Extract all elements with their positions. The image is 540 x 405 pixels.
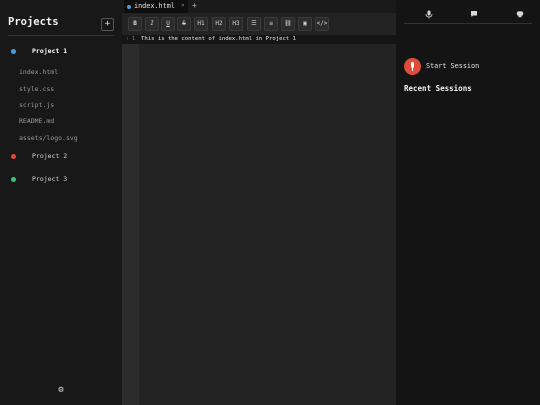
tab-index-html[interactable]: index.html × — [124, 0, 188, 13]
project-color-dot — [11, 154, 16, 159]
heading-2-button[interactable]: H2 — [212, 17, 226, 31]
gear-icon[interactable]: ⚙ — [56, 385, 66, 395]
add-project-button[interactable]: + — [101, 18, 114, 31]
heading-3-button[interactable]: H3 — [229, 17, 243, 31]
project-name: Project 3 — [32, 175, 68, 183]
tab-modified-dot — [127, 5, 131, 9]
file-item-logo-svg[interactable]: assets/logo.svg — [19, 134, 78, 142]
project-color-dot — [11, 177, 16, 182]
numbered-list-button[interactable]: ≡ — [264, 17, 278, 31]
start-session-button[interactable] — [404, 58, 421, 75]
project-item-2[interactable]: Project 2 — [8, 151, 114, 163]
sidebar-divider — [8, 35, 114, 36]
editor-pane: index.html × + B I U S H1 H2 H3 ☰ ≡ ⛓ ▣ … — [122, 0, 396, 405]
bullet-list-button[interactable]: ☰ — [247, 17, 261, 31]
mic-icon — [404, 58, 421, 75]
file-item-readme-md[interactable]: README.md — [19, 117, 54, 125]
project-item-3[interactable]: Project 3 — [8, 174, 114, 186]
file-item-index-html[interactable]: index.html — [19, 68, 58, 76]
image-button[interactable]: ▣ — [298, 17, 312, 31]
sidebar-title: Projects — [8, 16, 59, 28]
bold-button[interactable]: B — [128, 17, 142, 31]
new-tab-button[interactable]: + — [192, 1, 197, 10]
session-panel: Start Session Recent Sessions — [396, 0, 540, 405]
file-item-style-css[interactable]: style.css — [19, 85, 54, 93]
italic-button[interactable]: I — [145, 17, 159, 31]
close-icon[interactable]: × — [181, 2, 185, 9]
file-item-script-js[interactable]: script.js — [19, 101, 54, 109]
heading-1-button[interactable]: H1 — [194, 17, 208, 31]
line-number: ‹ 1 — [126, 36, 135, 42]
sidebar-header: Projects + — [8, 14, 114, 34]
project-color-dot — [11, 49, 16, 54]
fold-marker[interactable]: ‹ — [126, 36, 129, 42]
link-button[interactable]: ⛓ — [281, 17, 295, 31]
tab-label: index.html — [134, 2, 175, 10]
projects-sidebar: Projects + Project 1 index.html style.cs… — [0, 0, 122, 405]
formatting-toolbar: B I U S H1 H2 H3 ☰ ≡ ⛓ ▣ </> — [126, 17, 392, 31]
code-editor-content[interactable]: This is the content of index.html in Pro… — [141, 36, 296, 42]
chat-icon[interactable] — [469, 10, 479, 20]
underline-button[interactable]: U — [161, 17, 175, 31]
code-button[interactable]: </> — [315, 17, 329, 31]
recent-sessions-heading: Recent Sessions — [404, 84, 472, 93]
editor-tabbar: index.html × + — [122, 0, 396, 13]
line-gutter — [122, 35, 139, 405]
mic-icon[interactable] — [424, 10, 434, 20]
strikethrough-button[interactable]: S — [177, 17, 191, 31]
brain-icon[interactable] — [515, 10, 525, 20]
panel-divider — [404, 23, 532, 24]
project-name: Project 2 — [32, 152, 68, 160]
line-number-value: 1 — [132, 36, 136, 42]
project-item-1[interactable]: Project 1 — [8, 46, 114, 58]
project-name: Project 1 — [32, 47, 68, 55]
start-session-label[interactable]: Start Session — [426, 62, 479, 70]
